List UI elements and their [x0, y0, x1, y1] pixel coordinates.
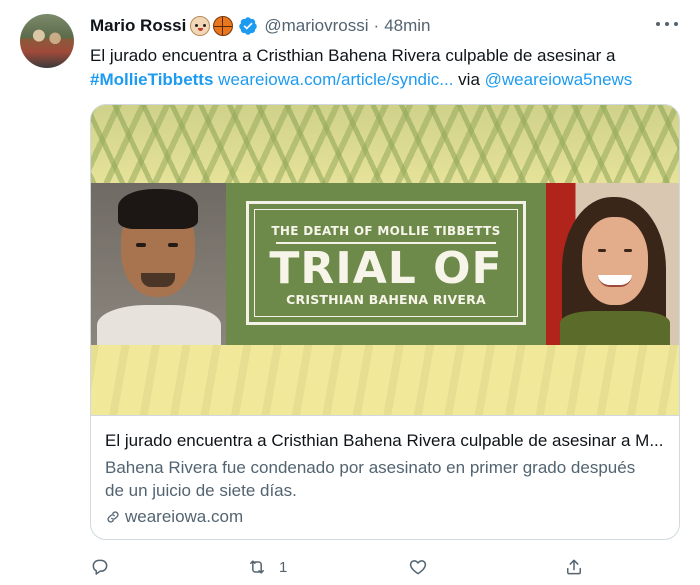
verified-badge-icon	[239, 17, 258, 35]
mention-link[interactable]: @weareiowa5news	[485, 70, 633, 89]
avatar[interactable]	[20, 14, 74, 68]
retweet-count: 1	[279, 558, 288, 576]
more-horizontal-icon[interactable]	[656, 16, 678, 32]
card-description-line: Bahena Rivera fue condenado por asesinat…	[105, 458, 636, 477]
banner-title-box: THE DEATH OF MOLLIE TIBBETTS TRIAL OF CR…	[246, 201, 526, 325]
hashtag-link[interactable]: #MollieTibbetts	[90, 70, 213, 89]
card-description: Bahena Rivera fue condenado por asesinat…	[105, 456, 667, 502]
link-card[interactable]: THE DEATH OF MOLLIE TIBBETTS TRIAL OF CR…	[90, 104, 680, 540]
tweet-header: Mario Rossi @mariovrossi · 48min	[90, 14, 431, 38]
link-icon	[107, 511, 119, 523]
like-button[interactable]	[408, 555, 440, 579]
retweet-icon	[250, 560, 264, 574]
tweet-timestamp[interactable]: 48min	[384, 16, 430, 36]
like-icon	[409, 560, 427, 575]
retweet-button[interactable]: 1	[247, 555, 287, 579]
via-text: via	[458, 70, 480, 89]
basketball-icon	[213, 16, 234, 36]
author-handle[interactable]: @mariovrossi	[264, 16, 368, 36]
tweet[interactable]: Mario Rossi @mariovrossi · 48min El jura…	[0, 0, 700, 585]
card-body[interactable]: El jurado encuentra a Cristhian Bahena R…	[91, 415, 679, 539]
share-icon	[567, 559, 581, 575]
card-description-line: de un juicio de siete días.	[105, 481, 297, 500]
action-bar: 1	[90, 555, 590, 579]
banner-small-title: THE DEATH OF MOLLIE TIBBETTS	[271, 224, 501, 238]
card-title: El jurado encuentra a Cristhian Bahena R…	[105, 431, 664, 450]
cornfield-bottom	[91, 345, 679, 415]
author-name[interactable]: Mario Rossi	[90, 16, 186, 36]
dog-face-icon	[190, 16, 211, 36]
article-link[interactable]: weareiowa.com/article/syndic...	[218, 70, 453, 89]
card-domain-text: weareiowa.com	[125, 507, 244, 526]
share-button[interactable]	[564, 555, 596, 579]
tweet-text: El jurado encuentra a Cristhian Bahena R…	[90, 44, 680, 92]
card-domain: weareiowa.com	[105, 506, 667, 528]
mugshot-photo	[91, 183, 226, 345]
tweet-text-line: El jurado encuentra a Cristhian Bahena R…	[90, 46, 616, 65]
separator-dot: ·	[373, 16, 380, 35]
reply-icon	[92, 559, 108, 575]
banner-big-title: TRIAL OF	[269, 243, 503, 294]
portrait-photo	[546, 183, 679, 345]
card-image[interactable]: THE DEATH OF MOLLIE TIBBETTS TRIAL OF CR…	[91, 105, 679, 415]
cornfield-top	[91, 105, 679, 183]
banner-subtitle: CRISTHIAN BAHENA RIVERA	[286, 292, 486, 307]
reply-button[interactable]	[90, 555, 122, 579]
